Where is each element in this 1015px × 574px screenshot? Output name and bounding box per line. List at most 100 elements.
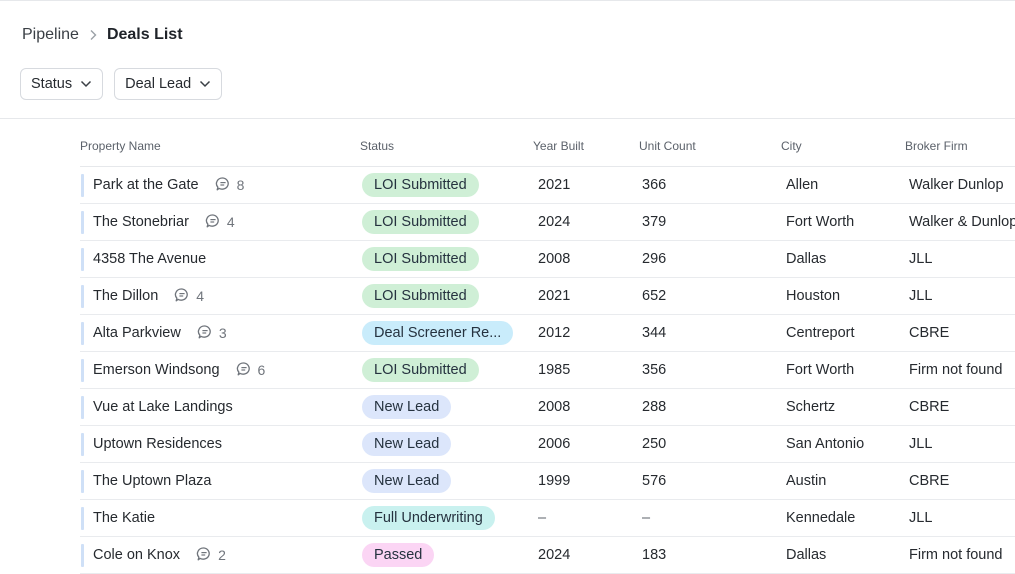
broker-firm-cell: JLL <box>909 436 933 452</box>
comment-count-value: 6 <box>257 362 266 378</box>
status-cell[interactable]: New Lead <box>362 426 452 462</box>
table-row[interactable]: The Stonebriar 4 LOI Submitted 2024 379 … <box>80 204 1015 241</box>
table-row[interactable]: Cole on Knox 2 Passed 2024 183 Dallas Fi… <box>80 537 1015 574</box>
year-built-cell: 2021 <box>538 288 571 304</box>
property-name: Uptown Residences <box>93 436 222 452</box>
comment-count-value: 4 <box>226 214 235 230</box>
broker-firm-cell: Walker & Dunlop <box>909 214 1015 230</box>
table-row[interactable]: Uptown Residences New Lead 2006 250 San … <box>80 426 1015 463</box>
comment-count[interactable]: 3 <box>197 324 227 343</box>
property-name-cell[interactable]: 4358 The Avenue <box>93 241 206 277</box>
comment-count-value: 2 <box>218 547 226 563</box>
comment-count[interactable]: 4 <box>205 213 235 232</box>
city-cell: Dallas <box>786 251 827 267</box>
year-built-cell: 2008 <box>538 251 571 267</box>
comment-count-value: 4 <box>196 288 205 304</box>
header-property-name[interactable]: Property Name <box>80 139 161 153</box>
table-row[interactable]: Vue at Lake Landings New Lead 2008 288 S… <box>80 389 1015 426</box>
status-cell[interactable]: LOI Submitted <box>362 278 479 314</box>
status-badge: Passed <box>362 543 435 567</box>
comment-count[interactable]: 8 <box>215 176 244 195</box>
property-name-cell[interactable]: Alta Parkview 3 <box>93 315 227 351</box>
status-cell[interactable]: LOI Submitted <box>362 204 479 240</box>
property-name: Cole on Knox <box>93 547 181 563</box>
comment-bubble-icon <box>196 546 212 565</box>
table-row[interactable]: Emerson Windsong 6 LOI Submitted 1985 35… <box>80 352 1015 389</box>
status-badge: LOI Submitted <box>362 284 479 308</box>
table-row[interactable]: Alta Parkview 3 Deal Screener Re... 2012… <box>80 315 1015 352</box>
status-cell[interactable]: LOI Submitted <box>362 352 479 388</box>
chevron-down-icon <box>80 76 92 92</box>
header-broker-firm[interactable]: Broker Firm <box>905 139 968 153</box>
comment-count[interactable]: 4 <box>174 287 204 306</box>
city-cell: Allen <box>786 177 819 193</box>
row-indicator <box>81 396 84 419</box>
unit-count-cell: 288 <box>642 399 667 415</box>
page-title: Deals List <box>106 26 183 43</box>
property-name-cell[interactable]: The Uptown Plaza <box>93 463 211 499</box>
city-cell: Centreport <box>786 325 855 341</box>
comment-bubble-icon <box>205 213 221 232</box>
broker-firm-cell: CBRE <box>909 399 950 415</box>
year-built-cell: 2024 <box>538 547 571 563</box>
status-badge: New Lead <box>362 395 452 419</box>
status-cell[interactable]: Deal Screener Re... <box>362 315 514 351</box>
property-name: The Stonebriar <box>93 214 189 230</box>
unit-count-cell: 356 <box>642 362 667 378</box>
row-indicator <box>81 470 84 493</box>
property-name: 4358 The Avenue <box>93 251 207 267</box>
table-row[interactable]: The Katie Full Underwriting – – Kennedal… <box>80 500 1015 537</box>
status-cell[interactable]: LOI Submitted <box>362 167 479 203</box>
broker-firm-cell: CBRE <box>909 473 950 489</box>
header-year-built[interactable]: Year Built <box>533 139 584 153</box>
deals-table: Property Name Status Year Built Unit Cou… <box>80 130 1015 574</box>
deal-lead-filter-button[interactable]: Deal Lead <box>114 68 223 100</box>
header-status[interactable]: Status <box>360 139 394 153</box>
top-border <box>0 0 1015 1</box>
status-cell[interactable]: Full Underwriting <box>362 500 495 536</box>
status-cell[interactable]: New Lead <box>362 463 452 499</box>
comment-count[interactable]: 2 <box>196 546 226 565</box>
breadcrumb-pipeline[interactable]: Pipeline <box>22 26 79 44</box>
property-name-cell[interactable]: The Dillon 4 <box>93 278 204 314</box>
unit-count-cell: 296 <box>642 251 667 267</box>
property-name-cell[interactable]: Cole on Knox 2 <box>93 537 226 573</box>
header-city[interactable]: City <box>781 139 802 153</box>
property-name-cell[interactable]: Emerson Windsong 6 <box>93 352 265 388</box>
property-name: Vue at Lake Landings <box>93 399 233 415</box>
table-header: Property Name Status Year Built Unit Cou… <box>80 130 1015 167</box>
deal-lead-filter-label: Deal Lead <box>125 76 192 92</box>
broker-firm-cell: Firm not found <box>909 362 1003 378</box>
status-cell[interactable]: LOI Submitted <box>362 241 479 277</box>
property-name-cell[interactable]: Uptown Residences <box>93 426 222 462</box>
status-filter-button[interactable]: Status <box>20 68 104 100</box>
city-cell: Houston <box>786 288 841 304</box>
comment-count[interactable]: 6 <box>236 361 266 380</box>
property-name-cell[interactable]: The Katie <box>93 500 155 536</box>
broker-firm-cell: JLL <box>909 288 933 304</box>
header-unit-count[interactable]: Unit Count <box>639 139 696 153</box>
property-name-cell[interactable]: Vue at Lake Landings <box>93 389 233 425</box>
row-indicator <box>81 433 84 456</box>
table-row[interactable]: Park at the Gate 8 LOI Submitted 2021 36… <box>80 167 1015 204</box>
year-built-cell: 1999 <box>538 473 571 489</box>
city-cell: Schertz <box>786 399 836 415</box>
status-cell[interactable]: Passed <box>362 537 435 573</box>
filter-bar: Status Deal Lead <box>20 68 223 100</box>
status-badge: LOI Submitted <box>362 173 479 197</box>
status-cell[interactable]: New Lead <box>362 389 452 425</box>
property-name: The Katie <box>93 510 156 526</box>
comment-bubble-icon <box>197 324 213 343</box>
table-row[interactable]: The Dillon 4 LOI Submitted 2021 652 Hous… <box>80 278 1015 315</box>
property-name: Park at the Gate <box>93 177 199 193</box>
table-row[interactable]: 4358 The Avenue LOI Submitted 2008 296 D… <box>80 241 1015 278</box>
status-badge: LOI Submitted <box>362 210 479 234</box>
row-indicator <box>81 507 84 530</box>
status-badge: Deal Screener Re... <box>362 321 514 345</box>
unit-count-cell: 344 <box>642 325 667 341</box>
property-name-cell[interactable]: Park at the Gate 8 <box>93 167 244 203</box>
property-name-cell[interactable]: The Stonebriar 4 <box>93 204 235 240</box>
broker-firm-cell: JLL <box>909 510 933 526</box>
table-row[interactable]: The Uptown Plaza New Lead 1999 576 Austi… <box>80 463 1015 500</box>
city-cell: Dallas <box>786 547 827 563</box>
